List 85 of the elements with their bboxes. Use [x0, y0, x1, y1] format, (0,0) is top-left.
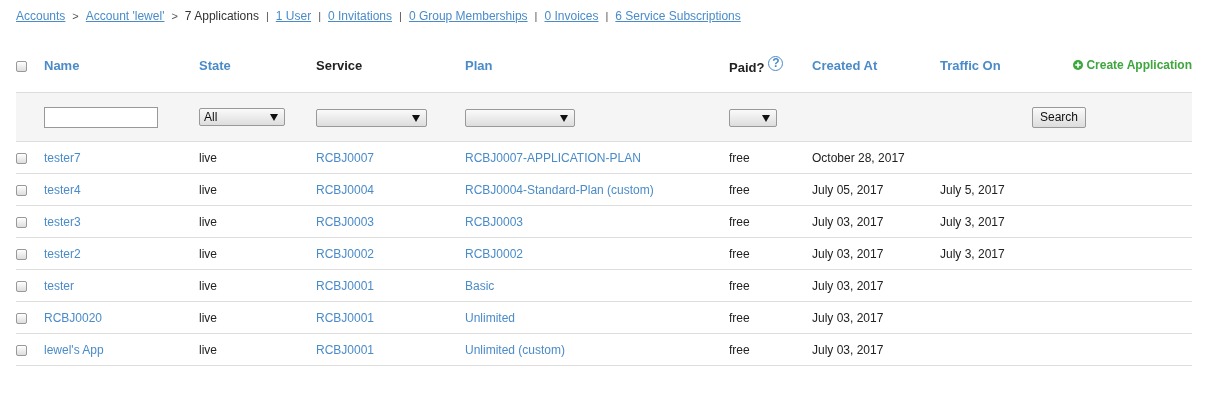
checkbox[interactable]: [16, 216, 27, 228]
state-cell: live: [199, 278, 217, 293]
application-service-link[interactable]: RCBJ0001: [316, 278, 375, 293]
state-cell: live: [199, 182, 217, 197]
sort-header-link[interactable]: Traffic On: [940, 57, 1001, 73]
application-plan-link[interactable]: RCBJ0002: [465, 246, 524, 261]
application-link[interactable]: tester4: [44, 182, 81, 197]
application-plan-link[interactable]: RCBJ0003: [465, 214, 524, 229]
traffic-date: July 3, 2017: [940, 246, 1005, 261]
application-service-link[interactable]: RCBJ0004: [316, 182, 375, 197]
checkbox[interactable]: [16, 312, 27, 324]
sort-header-link[interactable]: State: [199, 57, 231, 73]
traffic-date: July 3, 2017: [940, 214, 1005, 229]
checkbox[interactable]: [16, 280, 27, 292]
application-service-link[interactable]: RCBJ0003: [316, 214, 375, 229]
created-date: July 03, 2017: [812, 342, 884, 357]
breadcrumb-link[interactable]: 1 User: [275, 9, 312, 23]
application-link[interactable]: tester3: [44, 214, 81, 229]
sort-header-link[interactable]: Plan: [465, 57, 493, 73]
state-cell: live: [199, 342, 217, 357]
plus-circle-icon: [1073, 60, 1084, 70]
paid-cell: free: [729, 310, 750, 325]
state-cell: live: [199, 150, 217, 165]
application-service-link[interactable]: RCBJ0001: [316, 310, 375, 325]
breadcrumb-separator: |: [399, 10, 402, 22]
name-filter-field[interactable]: [44, 106, 158, 128]
sort-header-link[interactable]: Created At: [812, 57, 878, 73]
application-plan-link[interactable]: Basic: [465, 278, 495, 293]
created-date: October 28, 2017: [812, 150, 905, 165]
breadcrumb-link[interactable]: Account 'lewel': [85, 9, 165, 23]
created-date: July 03, 2017: [812, 310, 884, 325]
caret-icon: [412, 114, 420, 122]
application-link[interactable]: lewel's App: [44, 342, 104, 357]
application-service-link[interactable]: RCBJ0007: [316, 150, 375, 165]
breadcrumb-separator: |: [534, 10, 538, 22]
column-header: Paid?: [729, 59, 765, 75]
application-plan-link[interactable]: Unlimited (custom): [465, 342, 566, 357]
application-link[interactable]: RCBJ0020: [44, 310, 103, 325]
application-plan-link[interactable]: RCBJ0007-APPLICATION-PLAN: [465, 150, 641, 165]
breadcrumb-separator: |: [265, 10, 269, 22]
application-plan-link[interactable]: RCBJ0004-Standard-Plan (custom): [465, 182, 654, 197]
filter-select[interactable]: All: [199, 108, 285, 126]
state-cell: live: [199, 214, 217, 229]
paid-cell: free: [729, 150, 750, 165]
caret-icon: [270, 113, 278, 121]
application-plan-link[interactable]: Unlimited: [465, 310, 515, 325]
state-cell: live: [199, 310, 217, 325]
checkbox[interactable]: [16, 344, 27, 356]
paid-cell: free: [729, 246, 750, 261]
breadcrumb-separator: >: [72, 10, 79, 22]
created-date: July 03, 2017: [812, 246, 884, 261]
search-button[interactable]: Search: [1032, 106, 1087, 128]
created-date: July 03, 2017: [812, 278, 884, 293]
created-date: July 05, 2017: [812, 182, 884, 197]
create-application-link[interactable]: Create Application: [1073, 58, 1192, 72]
caret-icon: [762, 114, 770, 122]
breadcrumb-link[interactable]: 0 Invitations: [328, 9, 393, 23]
application-service-link[interactable]: RCBJ0001: [316, 342, 375, 357]
application-link[interactable]: tester2: [44, 246, 81, 261]
breadcrumb-current: 7 Applications: [184, 9, 259, 23]
breadcrumb-link[interactable]: 6 Service Subscriptions: [615, 9, 741, 23]
breadcrumb-separator: >: [171, 10, 178, 22]
checkbox[interactable]: [16, 184, 27, 196]
paid-cell: free: [729, 278, 750, 293]
created-date: July 03, 2017: [812, 214, 884, 229]
breadcrumb-link[interactable]: 0 Invoices: [544, 9, 599, 23]
application-link[interactable]: tester: [44, 278, 74, 293]
breadcrumb-link[interactable]: 0 Group Memberships: [408, 9, 528, 23]
application-link[interactable]: tester7: [44, 150, 81, 165]
checkbox[interactable]: [16, 60, 27, 72]
state-cell: live: [199, 246, 217, 261]
filter-select[interactable]: [729, 109, 777, 127]
breadcrumb-separator: |: [318, 10, 321, 22]
paid-cell: free: [729, 342, 750, 357]
traffic-date: July 5, 2017: [940, 182, 1005, 197]
column-header: Service: [316, 57, 363, 73]
sort-header-link[interactable]: Name: [44, 57, 80, 73]
checkbox[interactable]: [16, 248, 27, 260]
paid-cell: free: [729, 182, 750, 197]
checkbox[interactable]: [16, 152, 27, 164]
caret-icon: [560, 114, 568, 122]
breadcrumb-separator: |: [605, 10, 609, 22]
paid-cell: free: [729, 214, 750, 229]
application-service-link[interactable]: RCBJ0002: [316, 246, 375, 261]
breadcrumb-link[interactable]: Accounts: [16, 9, 66, 23]
